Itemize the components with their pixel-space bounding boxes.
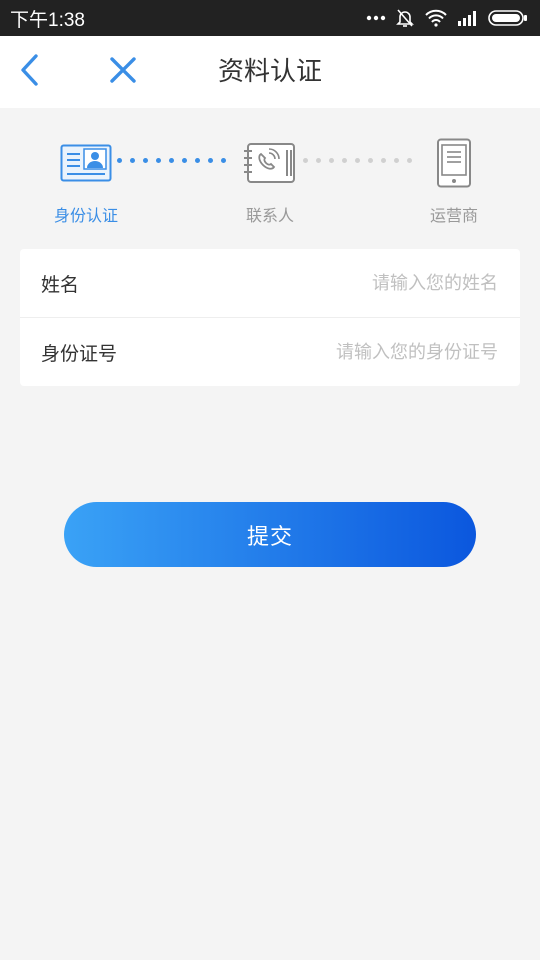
close-icon bbox=[109, 56, 137, 88]
back-button[interactable] bbox=[14, 54, 46, 90]
page-title: 资料认证 bbox=[217, 57, 322, 87]
battery-icon bbox=[488, 9, 528, 27]
name-input[interactable] bbox=[238, 272, 498, 294]
name-label: 姓名 bbox=[41, 273, 80, 296]
step-indicator: 身份认证 联系人 运营商 bbox=[0, 108, 540, 240]
submit-button[interactable]: 提交 bbox=[64, 502, 476, 567]
wifi-icon bbox=[424, 9, 448, 27]
step-label-carrier: 运营商 bbox=[429, 206, 478, 225]
status-time: 下午1:38 bbox=[10, 9, 85, 31]
id-card-icon bbox=[60, 144, 112, 186]
name-row: 姓名 bbox=[20, 249, 520, 317]
phone-icon bbox=[436, 138, 472, 192]
chevron-left-icon bbox=[19, 53, 41, 91]
contact-book-icon bbox=[242, 142, 298, 188]
signal-icon bbox=[457, 10, 479, 26]
bell-mute-icon bbox=[395, 8, 415, 28]
identity-form: 姓名 身份证号 bbox=[20, 249, 520, 386]
step-label-contacts: 联系人 bbox=[245, 206, 294, 225]
id-number-input[interactable] bbox=[238, 341, 498, 363]
more-dots-icon bbox=[366, 14, 386, 22]
status-icons bbox=[366, 8, 528, 28]
app-bar: 资料认证 bbox=[0, 36, 540, 108]
status-bar: 下午1:38 bbox=[0, 0, 540, 36]
close-button[interactable] bbox=[106, 54, 140, 90]
id-number-row: 身份证号 bbox=[20, 318, 520, 386]
id-number-label: 身份证号 bbox=[41, 342, 118, 365]
step-label-identity: 身份认证 bbox=[53, 206, 118, 225]
